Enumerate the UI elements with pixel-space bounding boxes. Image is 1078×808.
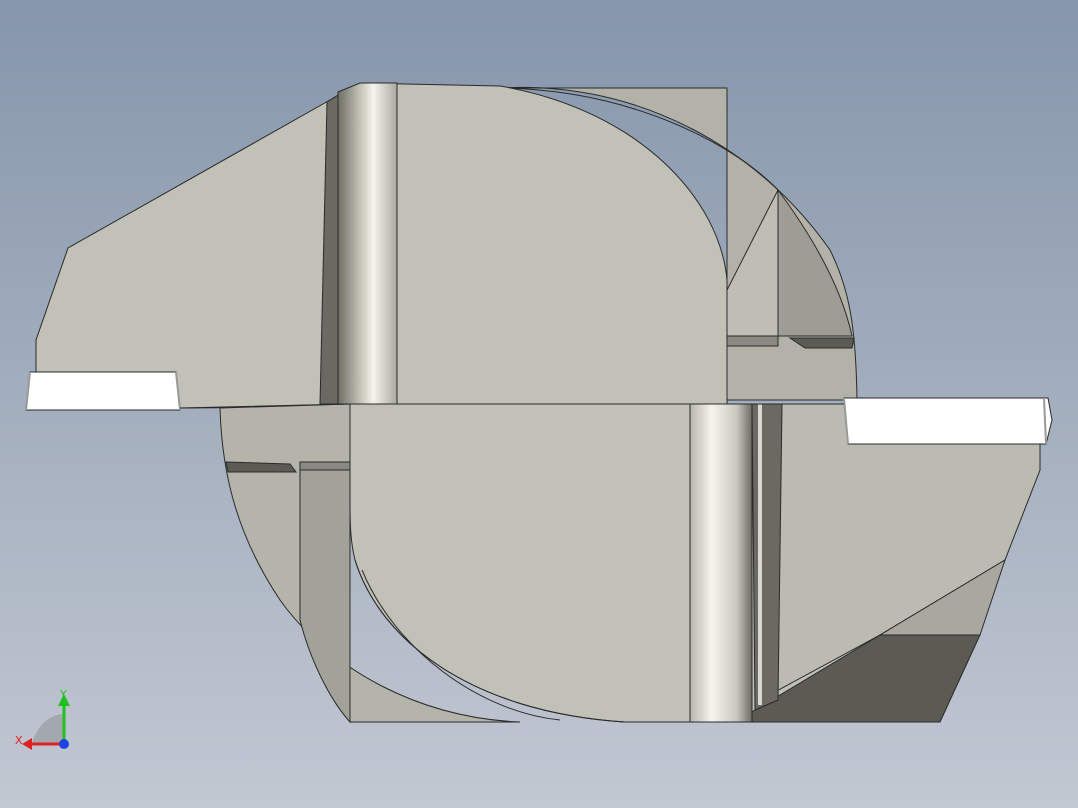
lower-step [299, 461, 351, 471]
x-axis-arrow [22, 738, 32, 750]
3d-viewport[interactable]: Y X [0, 0, 1078, 808]
y-axis-label: Y [59, 688, 67, 701]
lower-groove [751, 403, 783, 711]
coordinate-triad: Y X [15, 688, 70, 750]
lower-round-face-dark [299, 469, 351, 724]
right-insert [843, 397, 1053, 445]
triad-shading [32, 714, 64, 744]
lower-cylinder [689, 403, 753, 723]
z-axis-dot [59, 739, 69, 749]
x-axis-label: X [15, 734, 23, 747]
upper-cylinder [337, 82, 398, 405]
lower-step-dark [225, 461, 297, 473]
upper-step [726, 335, 779, 347]
cad-model[interactable] [0, 0, 1078, 808]
left-insert [25, 371, 181, 411]
upper-round-face-dark [777, 188, 853, 337]
